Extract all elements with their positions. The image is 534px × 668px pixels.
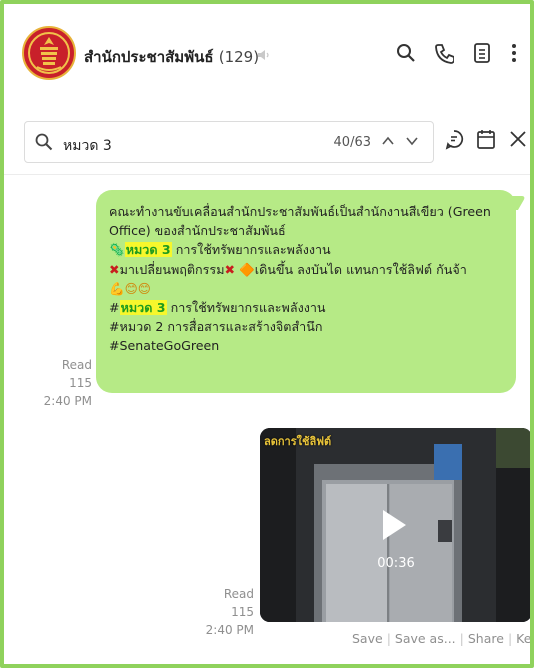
virus-emoji: 🦠 [109,242,125,258]
message-bubble[interactable]: คณะทำงานขับเคลื่อนสำนักประชาสัมพันธ์เป็น… [96,190,527,393]
search-icon [35,133,53,151]
message-line: #หมวด 3 การใช้ทรัพยากรและพลังงาน [109,298,504,317]
phone-icon[interactable] [434,42,455,64]
cross-mark-icon: ✖ [224,261,236,277]
read-receipt: Read 115 2:40 PM [200,585,254,639]
emoji-group: 💪😊😊 [109,280,151,296]
chevron-down-icon[interactable] [405,134,419,148]
group-name: สำนักประชาสัมพันธ์ [84,48,214,66]
warning-sign-icon: 🔶 [239,261,255,277]
read-receipt: Read 115 2:40 PM [38,356,92,410]
chevron-up-icon[interactable] [381,134,395,148]
hashtag-link[interactable]: #SenateGoGreen [109,336,504,355]
chat-bubble-icon[interactable] [444,128,464,150]
read-count: Read 115 [223,587,254,619]
chat-title[interactable]: สำนักประชาสัมพันธ์ (129) [84,45,259,69]
save-link[interactable]: Save [352,631,383,646]
header-divider [4,174,530,175]
more-icon[interactable] [510,42,518,64]
message-line: 🦠หมวด 3 การใช้ทรัพยากรและพลังงาน [109,240,504,259]
member-count: (129) [218,48,260,66]
search-icon[interactable] [396,42,416,64]
notes-icon[interactable] [472,42,492,64]
video-message[interactable]: ลดการใช้ลิฟต์ 00:36 [260,428,530,622]
message-text: เดินขึ้น ลงบันได แทนการใช้ลิฟต์ กันจ้า [254,261,467,277]
close-icon[interactable] [508,128,528,150]
video-duration: 00:36 [377,556,415,571]
cross-mark-icon: ✖ [109,261,120,277]
group-avatar[interactable] [22,26,76,80]
header-actions [396,42,518,64]
separator: | [386,631,391,646]
play-icon[interactable] [380,508,408,542]
keep-link[interactable]: Keep [516,631,530,646]
message-line: คณะทำงานขับเคลื่อนสำนักประชาสัมพันธ์เป็น… [109,204,491,219]
message-time: 2:40 PM [43,394,92,408]
message-search-bar[interactable]: หมวด 3 40/63 [24,121,434,163]
video-overlay-text: ลดการใช้ลิฟต์ [264,435,332,448]
video-actions: Save|Save as...|Share|Keep [352,631,530,646]
save-as-link[interactable]: Save as... [395,631,456,646]
message-text: การใช้ทรัพยากรและพลังงาน [171,242,331,258]
calendar-icon[interactable] [476,128,496,150]
message-line: Office) ของสำนักประชาสัมพันธ์ [109,223,286,239]
separator: | [459,631,464,646]
chat-header: สำนักประชาสัมพันธ์ (129) [4,4,530,104]
bubble-tail [503,196,527,210]
hashtag-link[interactable]: #หมวด 2 การสื่อสารและสร้างจิตสำนึก [109,317,504,336]
separator: | [507,631,513,646]
speaker-muted-icon [258,50,269,60]
message-text: การใช้ทรัพยากรและพลังงาน [166,300,326,316]
chat-window: สำนักประชาสัมพันธ์ (129) หมวด 3 40/63 Re… [0,0,534,668]
message-text: มาเปลี่ยนพฤติกรรม [119,261,225,277]
emblem-icon [28,32,70,74]
search-highlight: หมวด 3 [119,300,167,316]
read-count: Read 115 [61,358,92,390]
search-input[interactable]: หมวด 3 [63,135,112,157]
search-actions [444,128,528,150]
search-result-position: 40/63 [333,135,371,150]
search-highlight: หมวด 3 [124,242,172,258]
share-link[interactable]: Share [468,631,504,646]
message-line: 💪😊😊 [109,279,504,298]
message-time: 2:40 PM [205,623,254,637]
hashtag-symbol: # [109,300,120,316]
message-line: ✖มาเปลี่ยนพฤติกรรม✖ 🔶เดินขึ้น ลงบันได แท… [109,260,504,279]
